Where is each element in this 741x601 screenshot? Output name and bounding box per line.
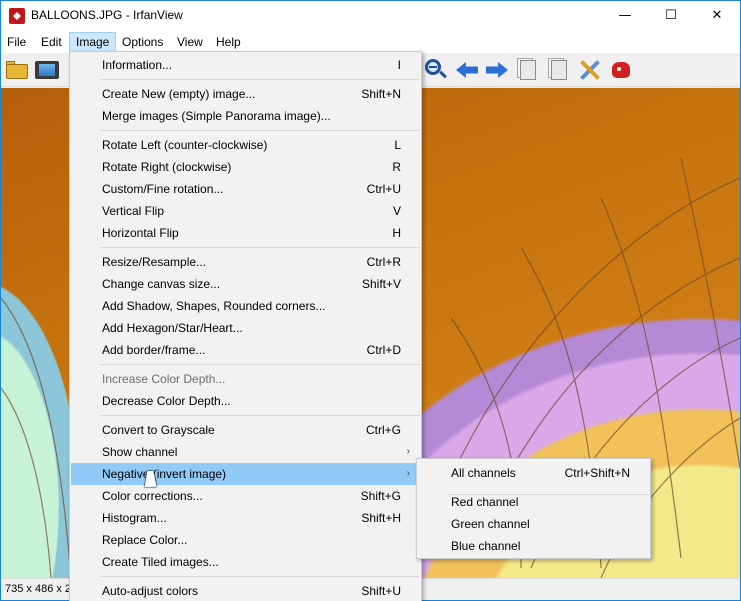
menu-separator [100, 79, 420, 80]
next-arrow-icon[interactable] [485, 58, 509, 82]
menu-file[interactable]: File [1, 32, 32, 52]
menu-separator [100, 247, 420, 248]
submenu-item-all-channels[interactable]: All channels Ctrl+Shift+N [418, 462, 649, 484]
minimize-button[interactable]: — [602, 1, 648, 31]
menu-item-negative[interactable]: Negative (invert image) › [71, 463, 420, 485]
menu-item-rotate-right[interactable]: Rotate Right (clockwise) R [71, 156, 420, 178]
submenu-arrow-icon: › [406, 446, 410, 457]
menu-edit[interactable]: Edit [35, 32, 68, 52]
submenu-item-green-channel[interactable]: Green channel [418, 513, 649, 535]
slideshow-icon[interactable] [35, 58, 59, 82]
close-button[interactable]: ✕ [694, 1, 740, 31]
submenu-item-red-channel[interactable]: Red channel [418, 491, 649, 513]
menu-item-show-channel[interactable]: Show channel › [71, 441, 420, 463]
menu-item-create-new[interactable]: Create New (empty) image... Shift+N [71, 83, 420, 105]
menu-item-horizontal-flip[interactable]: Horizontal Flip H [71, 222, 420, 244]
image-menu-dropdown: Information... I Create New (empty) image… [69, 51, 422, 601]
title-bar[interactable]: BALLOONS.JPG - IrfanView — ☐ ✕ [1, 1, 740, 31]
menu-item-merge-images[interactable]: Merge images (Simple Panorama image)... [71, 105, 420, 127]
menu-item-add-hexagon[interactable]: Add Hexagon/Star/Heart... [71, 317, 420, 339]
previous-arrow-icon[interactable] [455, 58, 479, 82]
menu-item-tiled-images[interactable]: Create Tiled images... [71, 551, 420, 573]
menu-item-increase-color-depth: Increase Color Depth... [102, 372, 226, 386]
menu-item-information[interactable]: Information... I [71, 54, 420, 76]
image-info-status: 735 x 486 x 2 [5, 583, 72, 595]
menu-item-vertical-flip[interactable]: Vertical Flip V [71, 200, 420, 222]
paint-icon[interactable] [609, 58, 633, 82]
window-title: BALLOONS.JPG - IrfanView [31, 8, 183, 22]
menu-item-auto-adjust[interactable]: Auto-adjust colors Shift+U [71, 580, 420, 601]
menu-item-add-border[interactable]: Add border/frame... Ctrl+D [71, 339, 420, 361]
tools-icon[interactable] [578, 58, 602, 82]
submenu-item-blue-channel[interactable]: Blue channel [418, 535, 649, 557]
menu-separator [100, 130, 420, 131]
menu-help[interactable]: Help [210, 32, 247, 52]
negative-submenu: All channels Ctrl+Shift+N Red channel Gre… [416, 458, 651, 559]
menu-separator [100, 576, 420, 577]
menu-separator [100, 364, 420, 365]
menu-item-resize[interactable]: Resize/Resample... Ctrl+R [71, 251, 420, 273]
menu-view[interactable]: View [171, 32, 209, 52]
menu-options[interactable]: Options [116, 32, 169, 52]
menu-item-histogram[interactable]: Histogram... Shift+H [71, 507, 420, 529]
irfanview-app-icon [9, 8, 25, 24]
zoom-out-icon[interactable] [424, 58, 448, 82]
menu-item-custom-rotation[interactable]: Custom/Fine rotation... Ctrl+U [71, 178, 420, 200]
open-folder-icon[interactable] [5, 58, 29, 82]
submenu-arrow-icon: › [406, 468, 410, 479]
menu-item-rotate-left[interactable]: Rotate Left (counter-clockwise) L [71, 134, 420, 156]
maximize-button[interactable]: ☐ [648, 1, 694, 31]
menu-item-canvas-size[interactable]: Change canvas size... Shift+V [71, 273, 420, 295]
menu-image[interactable]: Image [69, 32, 117, 52]
menu-item-add-shadow[interactable]: Add Shadow, Shapes, Rounded corners... [71, 295, 420, 317]
menu-item-decrease-color-depth[interactable]: Decrease Color Depth... [71, 390, 420, 412]
menu-bar: File Edit Image Options View Help [1, 31, 740, 53]
menu-item-grayscale[interactable]: Convert to Grayscale Ctrl+G [71, 419, 420, 441]
page-up-icon[interactable] [516, 58, 540, 82]
menu-separator [100, 415, 420, 416]
menu-item-replace-color[interactable]: Replace Color... [71, 529, 420, 551]
page-down-icon[interactable] [547, 58, 571, 82]
menu-item-color-corrections[interactable]: Color corrections... Shift+G [71, 485, 420, 507]
